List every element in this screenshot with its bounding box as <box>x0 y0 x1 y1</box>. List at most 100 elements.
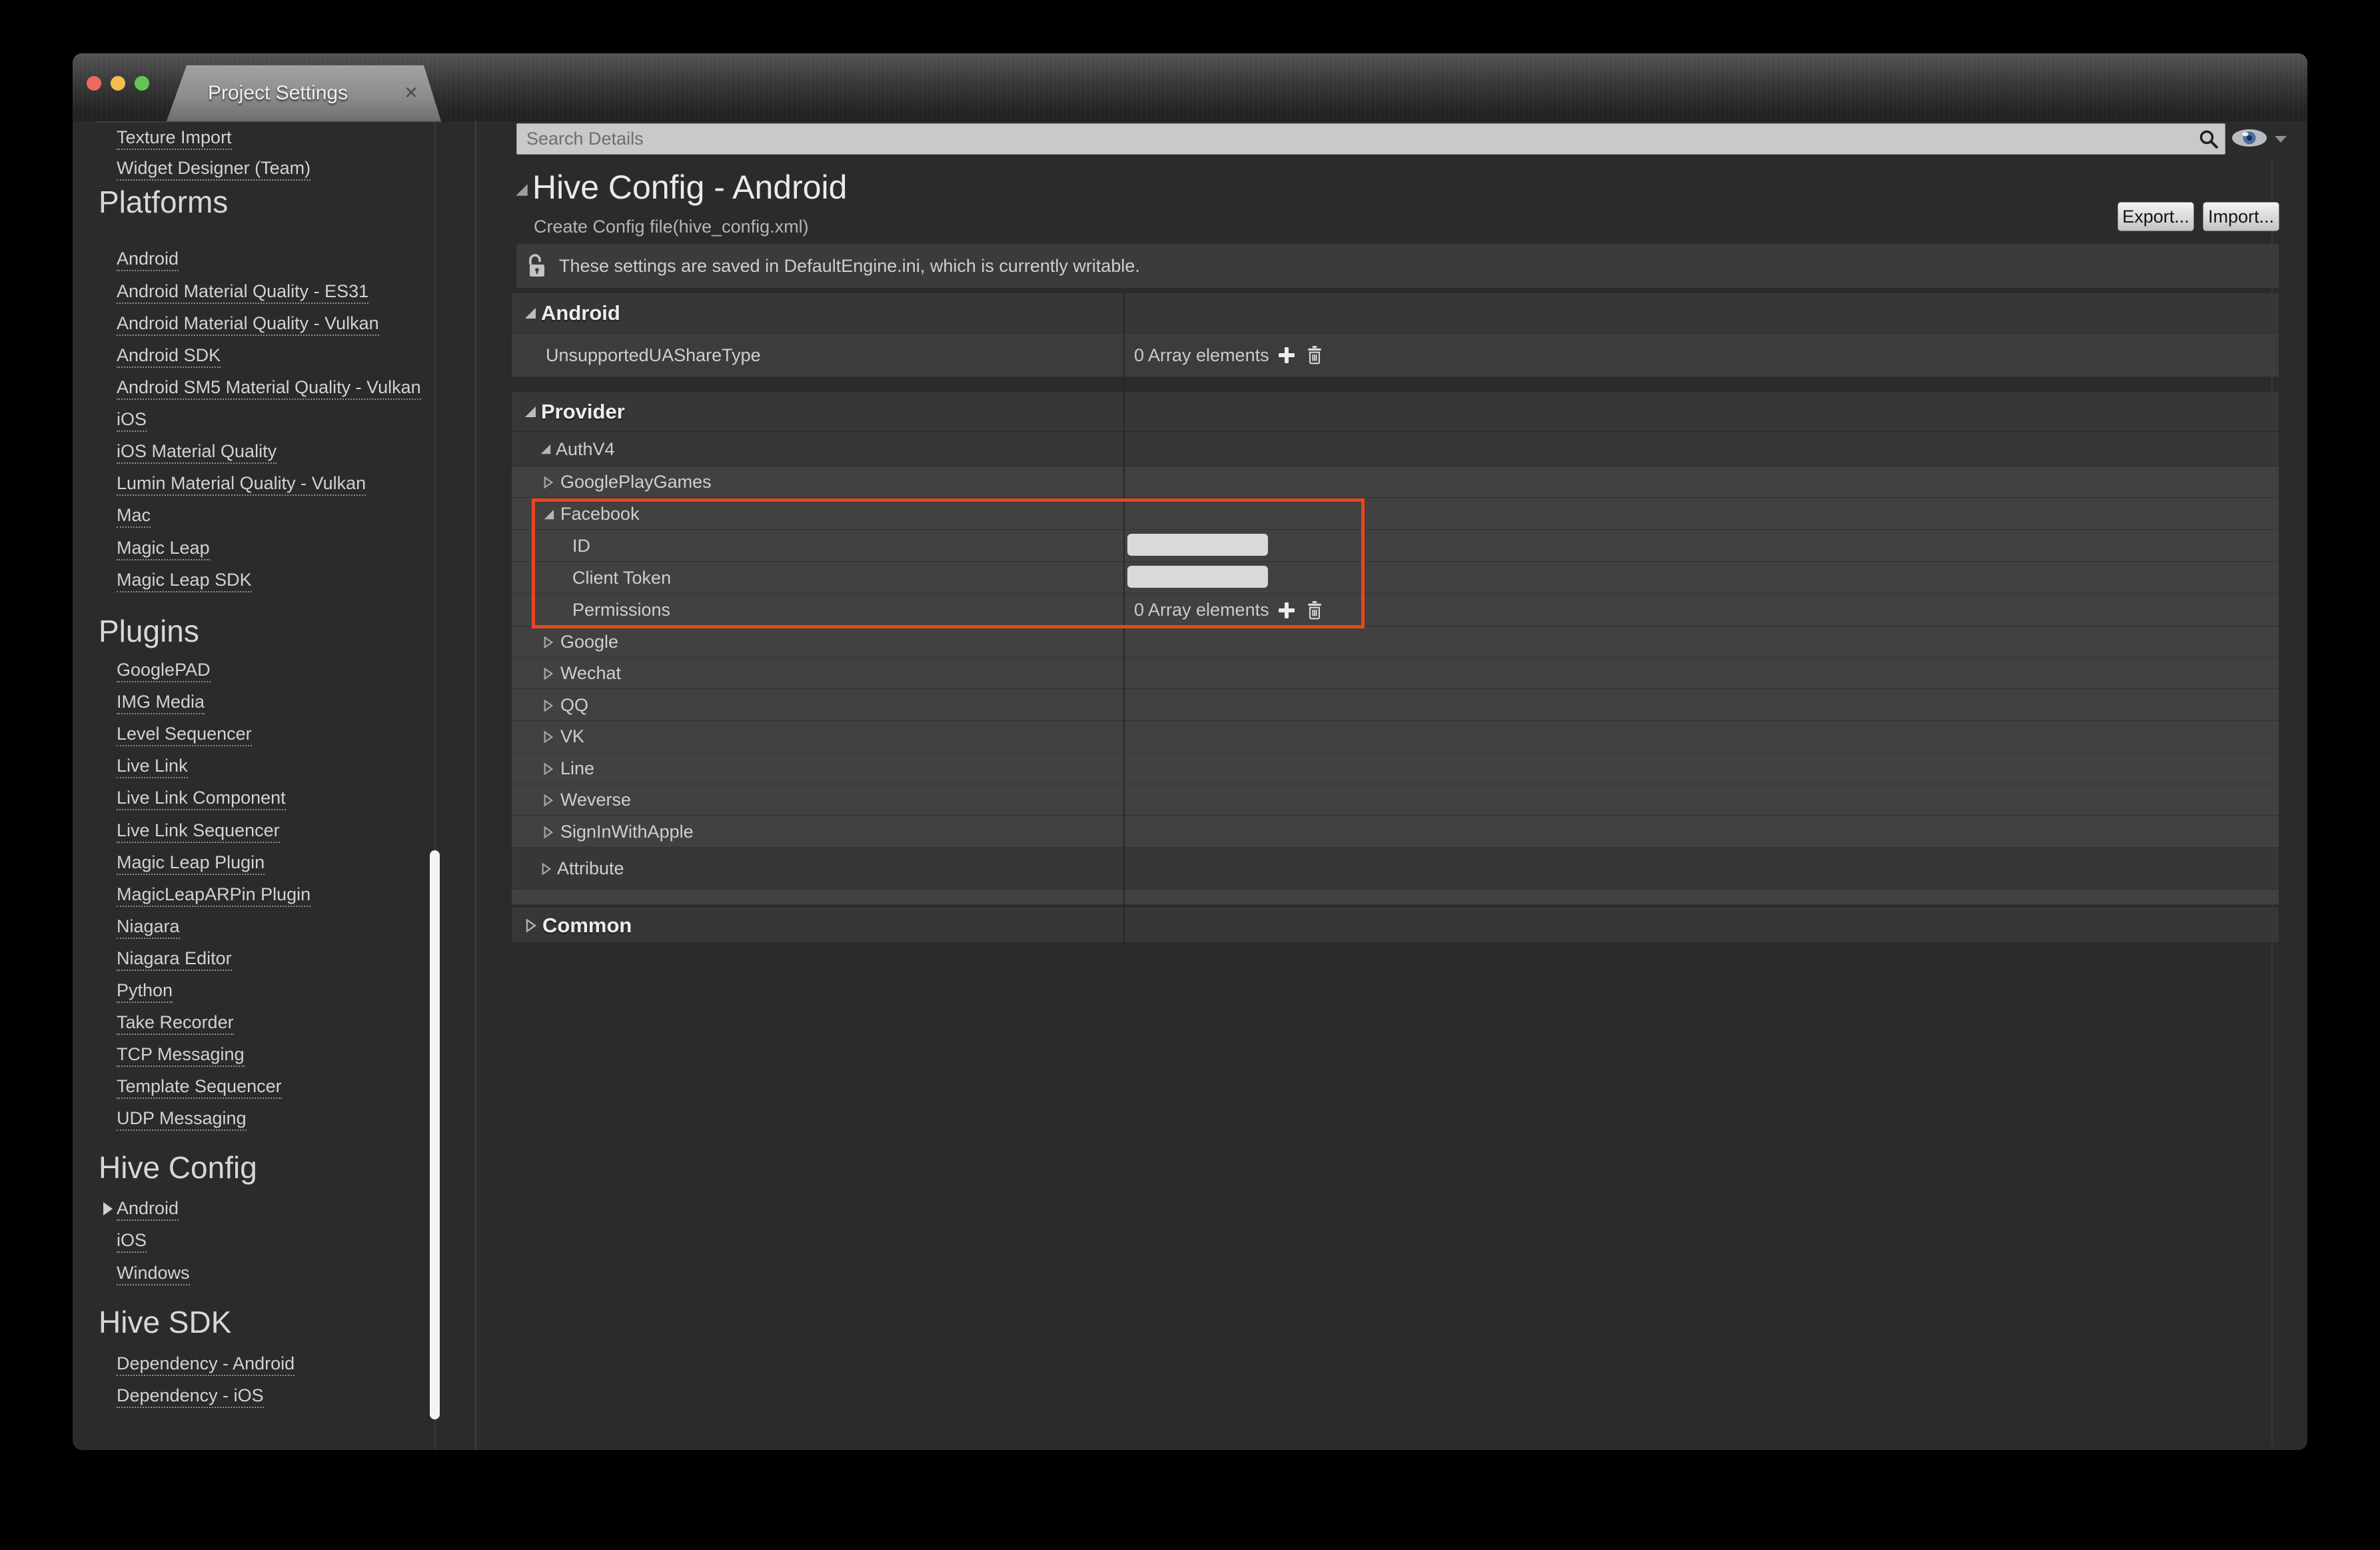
sidebar-item-dependency-android[interactable]: Dependency - Android <box>117 1347 295 1379</box>
search-icon[interactable] <box>2198 129 2219 150</box>
search-input[interactable] <box>517 124 2201 154</box>
sidebar-item-level-sequencer[interactable]: Level Sequencer <box>117 718 252 750</box>
window-controls <box>73 53 166 121</box>
collapsed-arrow-icon[interactable] <box>543 668 554 680</box>
sidebar-item-live-link-component[interactable]: Live Link Component <box>117 782 286 814</box>
sidebar-item-tcp-messaging[interactable]: TCP Messaging <box>117 1038 245 1070</box>
section-row-android[interactable]: Android <box>512 293 2279 333</box>
sidebar-item-niagara[interactable]: Niagara <box>117 910 180 942</box>
window-titlebar: Project Settings ✕ <box>73 53 2307 123</box>
import-button[interactable]: Import... <box>2203 202 2279 231</box>
section-row-common[interactable]: Common <box>512 908 2279 943</box>
property-row-unsupporteduasharetype[interactable]: UnsupportedUAShareType 0 Array elements <box>512 333 2279 377</box>
sidebar-item-android-sdk[interactable]: Android SDK <box>117 339 221 371</box>
collapsed-arrow-icon[interactable] <box>543 636 554 648</box>
sidebar-item-texture-import[interactable]: Texture Import <box>117 121 232 153</box>
export-button[interactable]: Export... <box>2117 202 2194 231</box>
sidebar-item-lumin-material-quality-vulkan[interactable]: Lumin Material Quality - Vulkan <box>117 467 366 499</box>
property-row-vk[interactable]: VK <box>512 721 2279 752</box>
property-row-weverse[interactable]: Weverse <box>512 784 2279 816</box>
tab-project-settings[interactable]: Project Settings ✕ <box>167 65 441 121</box>
sidebar-group-platforms: Platforms <box>99 181 228 223</box>
property-row-signinwithapple[interactable]: SignInWithApple <box>512 816 2279 848</box>
property-label: Permissions <box>572 594 670 626</box>
expanded-arrow-icon[interactable] <box>540 443 552 455</box>
expanded-arrow-icon[interactable] <box>524 307 537 320</box>
notice-text: These settings are saved in DefaultEngin… <box>559 244 1140 288</box>
section-row-provider[interactable]: Provider <box>512 392 2279 432</box>
property-row-wechat[interactable]: Wechat <box>512 658 2279 689</box>
zoom-window-button[interactable] <box>135 76 149 91</box>
property-row-authv4[interactable]: AuthV4 <box>512 432 2279 466</box>
property-label: VK <box>560 721 584 752</box>
tab-close-icon[interactable]: ✕ <box>404 83 418 103</box>
window-content: Texture Import Widget Designer (Team) Pl… <box>73 121 2307 1450</box>
property-row-google[interactable]: Google <box>512 626 2279 658</box>
sidebar-item-ios[interactable]: iOS <box>117 403 147 435</box>
collapsed-arrow-icon[interactable] <box>543 763 554 775</box>
property-row-facebook-client-token[interactable]: Client Token <box>512 562 2279 594</box>
collapsed-arrow-icon[interactable] <box>543 794 554 806</box>
sidebar-item-magic-leap-sdk[interactable]: Magic Leap SDK <box>117 564 252 596</box>
property-row-line[interactable]: Line <box>512 752 2279 784</box>
collapsed-arrow-icon[interactable] <box>543 476 554 488</box>
view-options-button[interactable] <box>2231 128 2268 148</box>
sidebar-item-magic-leap-plugin[interactable]: Magic Leap Plugin <box>117 846 265 878</box>
clear-array-icon[interactable] <box>1306 345 1323 365</box>
tab-label: Project Settings <box>208 82 348 105</box>
sidebar-item-template-sequencer[interactable]: Template Sequencer <box>117 1070 282 1102</box>
sidebar-item-hive-config-android[interactable]: Android <box>117 1192 179 1224</box>
property-row-facebook-permissions[interactable]: Permissions 0 Array elements <box>512 594 2279 626</box>
property-row-attribute[interactable]: Attribute <box>512 848 2279 890</box>
property-row-facebook[interactable]: Facebook <box>512 498 2279 530</box>
sidebar-item-hive-config-windows[interactable]: Windows <box>117 1257 190 1289</box>
sidebar-item-android-material-quality-es31[interactable]: Android Material Quality - ES31 <box>117 275 368 307</box>
section-label: Android <box>541 293 620 333</box>
section-label: Provider <box>541 392 625 432</box>
page-collapse-arrow-icon[interactable] <box>514 183 529 197</box>
minimize-window-button[interactable] <box>111 76 125 91</box>
search-details-bar[interactable] <box>516 123 2225 155</box>
sidebar-item-udp-messaging[interactable]: UDP Messaging <box>117 1102 247 1134</box>
sidebar-item-ios-material-quality[interactable]: iOS Material Quality <box>117 435 277 467</box>
sidebar-item-python[interactable]: Python <box>117 974 173 1006</box>
sidebar-item-magicleaparpin-plugin[interactable]: MagicLeapARPin Plugin <box>117 878 310 910</box>
sidebar-item-take-recorder[interactable]: Take Recorder <box>117 1006 234 1038</box>
clear-array-icon[interactable] <box>1306 600 1323 620</box>
collapsed-arrow-icon[interactable] <box>543 700 554 712</box>
expanded-arrow-icon[interactable] <box>543 508 555 520</box>
sidebar-item-googlepad[interactable]: GooglePAD <box>117 654 211 686</box>
collapsed-arrow-icon[interactable] <box>525 919 537 932</box>
add-array-element-icon[interactable] <box>1277 601 1296 620</box>
collapsed-arrow-icon[interactable] <box>543 826 554 838</box>
sidebar-item-mac[interactable]: Mac <box>117 499 151 531</box>
project-settings-window: Project Settings ✕ Texture Import Widget… <box>73 53 2307 1450</box>
view-options-dropdown-icon[interactable] <box>2275 136 2287 143</box>
property-label: Client Token <box>572 562 671 594</box>
sidebar-item-android-material-quality-vulkan[interactable]: Android Material Quality - Vulkan <box>117 307 379 339</box>
expanded-arrow-icon[interactable] <box>524 405 537 418</box>
collapsed-arrow-icon[interactable] <box>543 731 554 743</box>
property-row-facebook-id[interactable]: ID <box>512 530 2279 562</box>
property-row-qq[interactable]: QQ <box>512 689 2279 721</box>
sidebar-item-magic-leap[interactable]: Magic Leap <box>117 532 210 564</box>
sidebar-scrollbar-thumb[interactable] <box>430 850 440 1419</box>
collapsed-arrow-icon[interactable] <box>541 863 552 875</box>
sidebar-item-niagara-editor[interactable]: Niagara Editor <box>117 942 232 974</box>
sidebar-item-widget-designer-team[interactable]: Widget Designer (Team) <box>117 152 310 184</box>
sidebar-item-live-link[interactable]: Live Link <box>117 750 188 782</box>
facebook-client-token-input[interactable] <box>1127 566 1268 588</box>
sidebar-item-img-media[interactable]: IMG Media <box>117 686 205 718</box>
sidebar-item-hive-config-ios[interactable]: iOS <box>117 1224 147 1256</box>
property-row-googleplaygames[interactable]: GooglePlayGames <box>512 466 2279 498</box>
facebook-id-input[interactable] <box>1127 534 1268 556</box>
property-label: Line <box>560 752 594 784</box>
close-window-button[interactable] <box>87 76 101 91</box>
sidebar-item-dependency-ios[interactable]: Dependency - iOS <box>117 1379 264 1411</box>
sidebar-item-android[interactable]: Android <box>117 243 179 275</box>
sidebar-item-android-sm5-material-quality-vulkan[interactable]: Android SM5 Material Quality - Vulkan <box>117 371 421 403</box>
name-value-column-divider[interactable] <box>1123 293 1125 943</box>
sidebar-item-live-link-sequencer[interactable]: Live Link Sequencer <box>117 814 280 846</box>
config-writable-notice: These settings are saved in DefaultEngin… <box>516 244 2279 288</box>
add-array-element-icon[interactable] <box>1277 346 1296 365</box>
